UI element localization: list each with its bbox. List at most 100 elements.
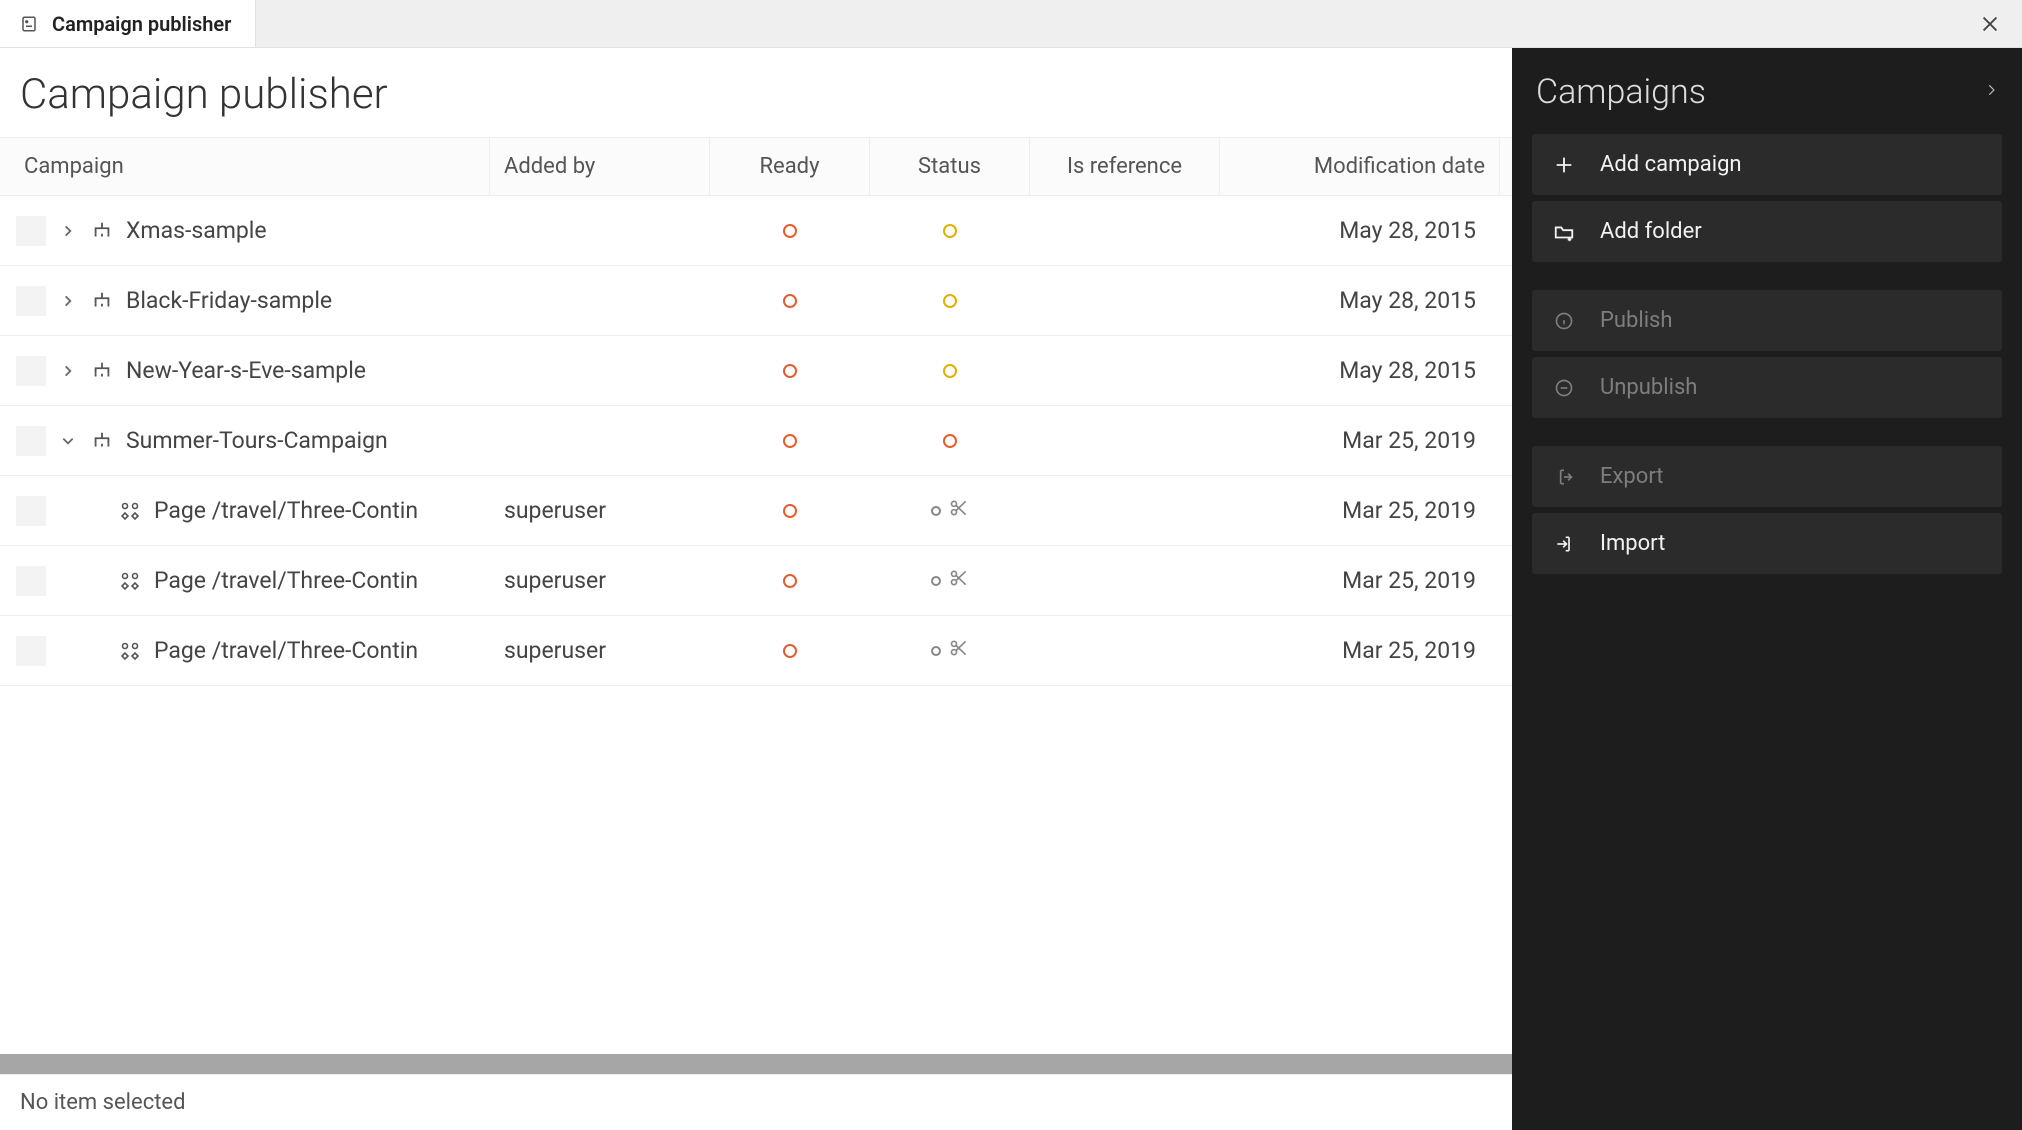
add-campaign-button[interactable]: Add campaign bbox=[1532, 134, 2002, 195]
is-reference-cell bbox=[1030, 217, 1220, 245]
campaign-tree-icon bbox=[90, 219, 114, 243]
import-label: Import bbox=[1600, 531, 1665, 556]
export-icon bbox=[1552, 465, 1576, 489]
unpublish-button[interactable]: Unpublish bbox=[1532, 357, 2002, 418]
publish-label: Publish bbox=[1600, 308, 1673, 333]
added-by-cell bbox=[490, 287, 710, 315]
status-cell bbox=[870, 483, 1030, 538]
active-tab[interactable]: Campaign publisher bbox=[0, 0, 256, 47]
ready-indicator-icon bbox=[783, 574, 797, 588]
campaign-name: Black-Friday-sample bbox=[126, 287, 332, 314]
tab-title: Campaign publisher bbox=[52, 12, 231, 36]
is-reference-cell bbox=[1030, 427, 1220, 455]
export-button[interactable]: Export bbox=[1532, 446, 2002, 507]
campaign-cell: Page /travel/Three-Contin bbox=[0, 552, 490, 610]
import-icon bbox=[1552, 532, 1576, 556]
added-by-cell bbox=[490, 427, 710, 455]
row-checkbox[interactable] bbox=[16, 356, 46, 386]
ready-cell bbox=[710, 420, 870, 462]
minus-circle-icon bbox=[1552, 376, 1576, 400]
is-reference-cell bbox=[1030, 567, 1220, 595]
info-icon bbox=[1552, 309, 1576, 333]
is-reference-cell bbox=[1030, 287, 1220, 315]
scissors-icon bbox=[949, 637, 969, 664]
chevron-right-icon[interactable] bbox=[58, 291, 78, 311]
row-checkbox[interactable] bbox=[16, 566, 46, 596]
status-cell bbox=[870, 210, 1030, 252]
ready-cell bbox=[710, 210, 870, 252]
campaign-name: Xmas-sample bbox=[126, 217, 267, 244]
is-reference-cell bbox=[1030, 357, 1220, 385]
ready-indicator-icon bbox=[783, 504, 797, 518]
status-cell bbox=[870, 420, 1030, 462]
modification-date-cell: Mar 25, 2019 bbox=[1220, 623, 1500, 678]
status-cell bbox=[870, 350, 1030, 392]
campaign-cell: Xmas-sample bbox=[0, 202, 490, 260]
col-is-reference[interactable]: Is reference bbox=[1030, 138, 1220, 195]
row-checkbox[interactable] bbox=[16, 426, 46, 456]
ready-cell bbox=[710, 560, 870, 602]
col-status[interactable]: Status bbox=[870, 138, 1030, 195]
modification-date-cell: May 28, 2015 bbox=[1220, 273, 1500, 328]
row-checkbox[interactable] bbox=[16, 216, 46, 246]
export-label: Export bbox=[1600, 464, 1664, 489]
ready-indicator-icon bbox=[783, 364, 797, 378]
page-icon bbox=[118, 639, 142, 663]
status-indicator-icon bbox=[943, 224, 957, 238]
ready-cell bbox=[710, 350, 870, 392]
campaign-publisher-icon bbox=[18, 13, 40, 35]
added-by-cell: superuser bbox=[490, 553, 710, 608]
campaign-cell: Page /travel/Three-Contin bbox=[0, 482, 490, 540]
col-added-by[interactable]: Added by bbox=[490, 138, 710, 195]
campaign-name: Summer-Tours-Campaign bbox=[126, 427, 388, 454]
status-text: No item selected bbox=[20, 1090, 185, 1115]
modification-date-cell: Mar 25, 2019 bbox=[1220, 483, 1500, 538]
added-by-cell bbox=[490, 217, 710, 245]
import-button[interactable]: Import bbox=[1532, 513, 2002, 574]
row-checkbox[interactable] bbox=[16, 286, 46, 316]
chevron-down-icon[interactable] bbox=[58, 431, 78, 451]
side-panel-header: Campaigns bbox=[1532, 72, 2002, 112]
status-indicator-icon bbox=[943, 364, 957, 378]
campaign-cell: Summer-Tours-Campaign bbox=[0, 412, 490, 470]
campaign-name: New-Year-s-Eve-sample bbox=[126, 357, 366, 384]
status-indicator-icon bbox=[931, 576, 941, 586]
col-modification-date[interactable]: Modification date bbox=[1220, 138, 1500, 195]
status-indicator-icon bbox=[943, 294, 957, 308]
col-ready[interactable]: Ready bbox=[710, 138, 870, 195]
tab-strip: Campaign publisher bbox=[0, 0, 2022, 48]
chevron-right-icon[interactable] bbox=[58, 361, 78, 381]
campaign-tree-icon bbox=[90, 289, 114, 313]
chevron-right-icon[interactable] bbox=[1984, 79, 1998, 106]
ready-indicator-icon bbox=[783, 294, 797, 308]
row-checkbox[interactable] bbox=[16, 636, 46, 666]
chevron-right-icon[interactable] bbox=[58, 221, 78, 241]
unpublish-label: Unpublish bbox=[1600, 375, 1697, 400]
row-checkbox[interactable] bbox=[16, 496, 46, 526]
main-content: Campaign publisher Campaign Added by Rea… bbox=[0, 48, 2022, 1130]
col-campaign[interactable]: Campaign bbox=[0, 138, 490, 195]
status-cell bbox=[870, 280, 1030, 322]
page-icon bbox=[118, 569, 142, 593]
scissors-icon bbox=[949, 497, 969, 524]
add-folder-button[interactable]: Add folder bbox=[1532, 201, 2002, 262]
added-by-cell bbox=[490, 357, 710, 385]
campaign-cell: New-Year-s-Eve-sample bbox=[0, 342, 490, 400]
ready-indicator-icon bbox=[783, 644, 797, 658]
scissors-icon bbox=[949, 567, 969, 594]
status-indicator-icon bbox=[931, 646, 941, 656]
plus-icon bbox=[1552, 153, 1576, 177]
status-indicator-icon bbox=[943, 434, 957, 448]
page-name: Page /travel/Three-Contin bbox=[154, 637, 418, 664]
status-cell bbox=[870, 623, 1030, 678]
close-button[interactable] bbox=[1966, 0, 2014, 47]
folder-add-icon bbox=[1552, 220, 1576, 244]
page-icon bbox=[118, 499, 142, 523]
campaign-tree-icon bbox=[90, 359, 114, 383]
ready-cell bbox=[710, 280, 870, 322]
modification-date-cell: May 28, 2015 bbox=[1220, 343, 1500, 398]
is-reference-cell bbox=[1030, 497, 1220, 525]
ready-cell bbox=[710, 630, 870, 672]
publish-button[interactable]: Publish bbox=[1532, 290, 2002, 351]
ready-cell bbox=[710, 490, 870, 532]
